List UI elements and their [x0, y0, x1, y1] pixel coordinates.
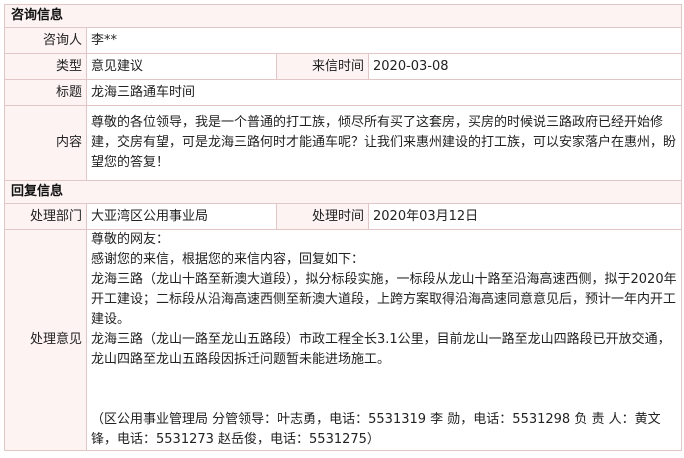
date-value: 2020-03-08	[367, 53, 683, 80]
type-label: 类型	[4, 53, 87, 80]
type-value: 意见建议	[86, 53, 277, 80]
reply-section-title: 回复信息	[3, 180, 683, 204]
content-row: 内容 尊敬的各位领导，我是一个普通的打工族，倾尽所有买了这套房，买房的时候说三路…	[4, 105, 683, 181]
time-value: 2020年03月12日	[367, 203, 683, 230]
opinion-paragraph: 龙海三路（龙山十路至新澳大道段），拟分标段实施，一标段从龙山十路至沿海高速西侧，…	[91, 272, 677, 327]
reply-section-header: 回复信息	[3, 180, 683, 204]
content-value: 尊敬的各位领导，我是一个普通的打工族，倾尽所有买了这套房，买房的时候说三路政府已…	[85, 105, 683, 181]
consult-section-header: 咨询信息	[3, 4, 683, 28]
dept-label: 处理部门	[4, 203, 87, 230]
opinion-paragraph: 尊敬的网友：	[91, 232, 170, 247]
opinion-value: 尊敬的网友： 感谢您的来信，根据您的来信内容，回复如下： 龙海三路（龙山十路至新…	[85, 229, 683, 451]
inquirer-row: 咨询人 李**	[4, 27, 683, 54]
dept-value: 大亚湾区公用事业局	[86, 203, 277, 230]
type-date-row: 类型 意见建议 来信时间 2020-03-08	[4, 53, 683, 80]
date-label: 来信时间	[276, 53, 369, 80]
inquirer-label: 咨询人	[4, 27, 87, 54]
content-label: 内容	[4, 105, 87, 181]
opinion-paragraph: 龙海三路（龙山一路至龙山五路段）市政工程全长3.1公里，目前龙山一路至龙山四路段…	[91, 332, 671, 367]
opinion-label: 处理意见	[4, 229, 87, 451]
dept-time-row: 处理部门 大亚湾区公用事业局 处理时间 2020年03月12日	[4, 203, 683, 230]
opinion-paragraph: 感谢您的来信，根据您的来信内容，回复如下：	[91, 252, 365, 267]
opinion-spacer	[91, 370, 677, 410]
subject-label: 标题	[4, 79, 87, 106]
opinion-row: 处理意见 尊敬的网友： 感谢您的来信，根据您的来信内容，回复如下： 龙海三路（龙…	[4, 229, 683, 451]
consult-section-title: 咨询信息	[3, 4, 683, 28]
subject-value: 龙海三路通车时间	[85, 79, 683, 106]
inquirer-value: 李**	[85, 27, 683, 54]
letter-detail-table: 咨询信息 咨询人 李** 类型 意见建议 来信时间 2020-03-08 标题 …	[3, 4, 683, 451]
subject-row: 标题 龙海三路通车时间	[4, 79, 683, 106]
time-label: 处理时间	[276, 203, 369, 230]
contact-note: （区公用事业管理局 分管领导：叶志勇，电话：5531319 李 勋，电话：553…	[91, 412, 661, 447]
